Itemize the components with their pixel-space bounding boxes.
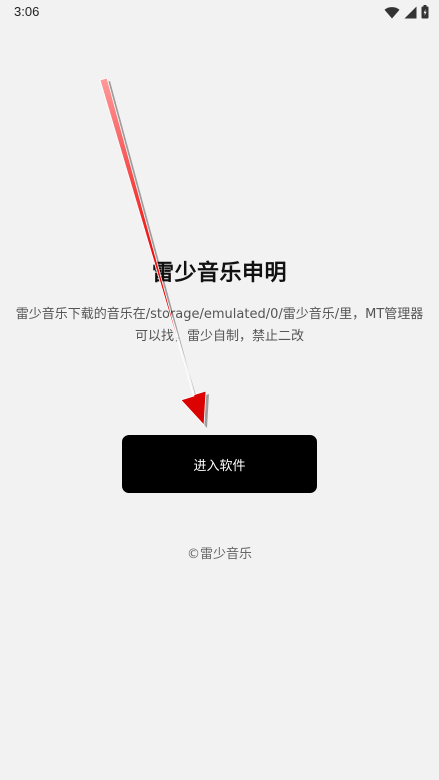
disclaimer-line-1: 雷少音乐下载的音乐在/storage/emulated/0/雷少音乐/里，MT管… (15, 307, 424, 322)
disclaimer-text: 雷少音乐下载的音乐在/storage/emulated/0/雷少音乐/里，MT管… (0, 304, 439, 348)
battery-icon (421, 5, 429, 19)
signal-icon (404, 6, 417, 19)
status-bar: 3:06 (0, 0, 439, 24)
disclaimer-line-2: 可以找，雷少自制，禁止二改 (134, 329, 304, 344)
status-time: 3:06 (14, 4, 40, 19)
enter-app-button[interactable]: 进入软件 (122, 435, 317, 493)
arrow-shape (99, 77, 207, 426)
page-title: 雷少音乐申明 (151, 261, 287, 286)
wifi-icon (384, 6, 400, 19)
status-icons (384, 4, 429, 20)
red-arrow-annotation (99, 77, 209, 428)
copyright-text: ©雷少音乐 (186, 547, 252, 562)
